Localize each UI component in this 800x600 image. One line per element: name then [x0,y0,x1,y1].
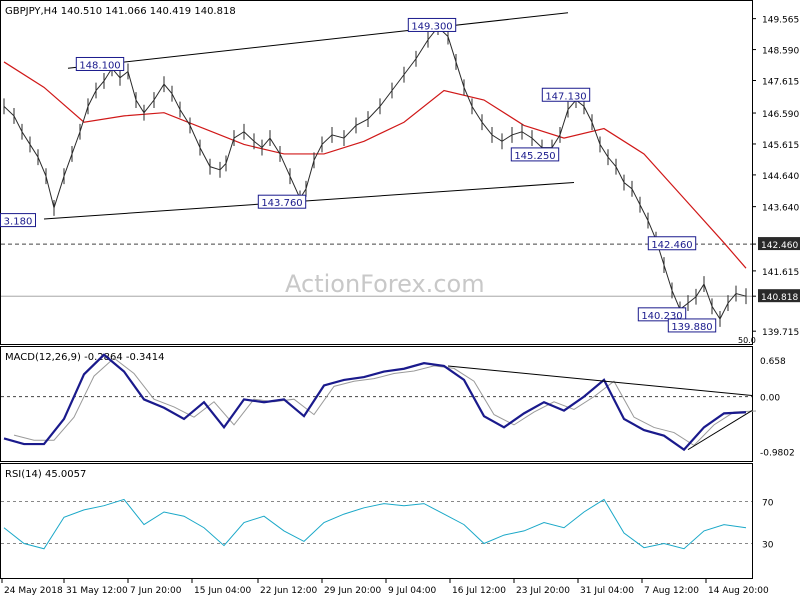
price-label: 143.760 [261,198,302,209]
rsi-header: RSI(14) 45.0057 [5,469,86,480]
x-tick-label: 14 Aug 20:00 [708,586,769,596]
x-tick-label: 31 May 12:00 [66,586,128,596]
x-tick-label: 15 Jun 04:00 [194,586,251,596]
price-label: 142.460 [651,240,692,251]
y-tick-label: 146.590 [762,110,799,120]
rsi-tick-label: 70 [762,499,774,509]
x-tick-label: 22 Jun 12:00 [260,586,317,596]
price-label: 139.880 [671,322,712,333]
level-price-label: 142.460 [761,241,798,251]
price-label: 149.300 [411,21,452,32]
macd-tick-label: -0.9802 [760,448,795,458]
price-label: 145.250 [514,151,555,162]
chart-canvas: GBPJPY,H4 140.510 141.066 140.419 140.81… [0,0,800,596]
chart-header: GBPJPY,H4 140.510 141.066 140.419 140.81… [5,6,236,17]
fifty-label: 50.0 [738,336,756,345]
price-label: 3.180 [4,217,33,228]
macd-tick-label: 0.658 [760,357,786,367]
x-axis: 24 May 2018 31 May 12:00 7 Jun 20:00 15 Jun… [1,579,769,596]
watermark: ActionForex.com [285,270,485,298]
y-tick-label: 141.615 [762,268,799,278]
y-tick-label: 147.615 [762,78,799,88]
x-tick-label: 7 Aug 12:00 [644,586,699,596]
y-tick-label: 143.640 [762,204,799,214]
x-tick-label: 29 Jun 20:00 [324,586,381,596]
x-tick-label: 9 Jul 04:00 [388,586,437,596]
y-tick-label: 145.615 [762,141,799,151]
price-label: 147.130 [545,91,586,102]
rsi-pane [0,463,753,579]
x-tick-label: 31 Jul 04:00 [580,586,634,596]
x-tick-label: 24 May 2018 [4,586,63,596]
x-tick-label: 16 Jul 12:00 [452,586,506,596]
y-tick-label: 144.640 [762,172,799,182]
x-tick-label: 23 Jul 20:00 [516,586,570,596]
y-tick-label: 149.565 [762,16,799,26]
macd-header: MACD(12,26,9) -0.2864 -0.3414 [5,352,165,363]
macd-tick-label: 0.00 [760,394,780,404]
current-price-label: 140.818 [761,293,798,303]
y-tick-label: 139.715 [762,328,799,338]
price-label: 148.100 [79,60,120,71]
y-tick-label: 148.590 [762,47,799,57]
rsi-tick-label: 30 [762,541,774,551]
x-tick-label: 7 Jun 20:00 [130,586,182,596]
